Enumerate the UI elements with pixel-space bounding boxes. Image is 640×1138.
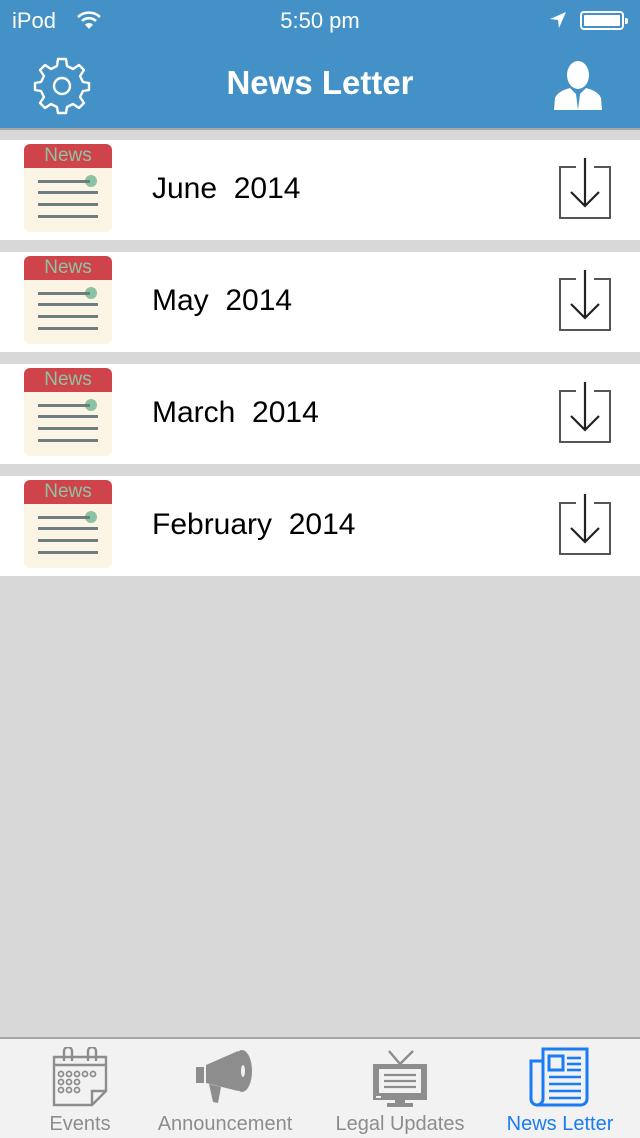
status-bar: iPod 5:50 pm [0, 0, 640, 40]
tab-label: Legal Updates [335, 1113, 465, 1135]
newsletter-icon: News [24, 480, 112, 568]
tab-bar: Events Announcement Legal Updates News L… [0, 1037, 640, 1138]
download-icon[interactable] [558, 268, 612, 332]
newsletter-title: February 2014 [152, 508, 356, 541]
download-icon[interactable] [558, 380, 612, 444]
download-icon[interactable] [558, 156, 612, 220]
tab-legal-updates[interactable]: Legal Updates [320, 1039, 480, 1138]
newsletter-title: March 2014 [152, 396, 319, 429]
download-icon[interactable] [558, 492, 612, 556]
page-title: News Letter [226, 64, 414, 101]
newsletter-list: News June 2014 News May 2014 News March … [0, 140, 640, 588]
newsletter-icon: News [24, 144, 112, 232]
tv-icon [373, 1050, 427, 1107]
newsletter-title: June 2014 [152, 172, 301, 205]
newspaper-icon [529, 1047, 589, 1107]
tab-label: News Letter [506, 1113, 614, 1135]
navigation-bar: News Letter [0, 40, 640, 130]
newsletter-title: May 2014 [152, 284, 293, 317]
tab-events[interactable]: Events [0, 1039, 160, 1138]
tab-announcement[interactable]: Announcement [145, 1039, 305, 1138]
newsletter-row[interactable]: News February 2014 [0, 476, 640, 576]
newsletter-icon: News [24, 368, 112, 456]
newsletter-row[interactable]: News May 2014 [0, 252, 640, 352]
calendar-icon [52, 1047, 108, 1107]
megaphone-icon [196, 1050, 252, 1103]
location-arrow-icon [550, 12, 566, 28]
tab-news-letter[interactable]: News Letter [480, 1039, 640, 1138]
battery-icon [580, 11, 628, 30]
user-icon[interactable] [552, 60, 604, 110]
newsletter-icon: News [24, 256, 112, 344]
tab-label: Announcement [157, 1113, 293, 1135]
newsletter-row[interactable]: News March 2014 [0, 364, 640, 464]
tab-label: Events [49, 1113, 111, 1135]
newsletter-row[interactable]: News June 2014 [0, 140, 640, 240]
status-time: 5:50 pm [280, 8, 360, 33]
